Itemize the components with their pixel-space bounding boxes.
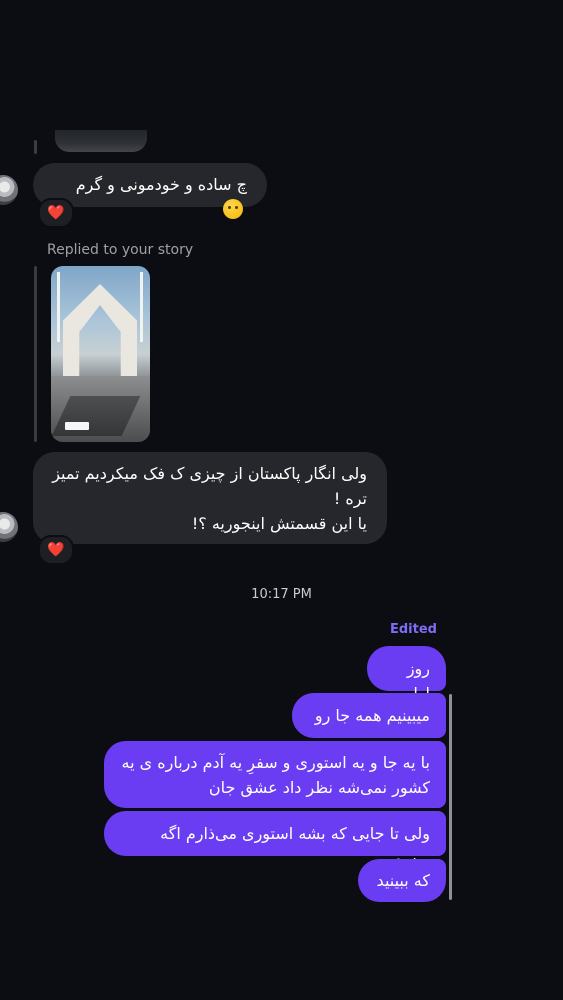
minaret-shape	[140, 272, 143, 342]
heart-icon: ❤️	[47, 205, 65, 221]
edited-label[interactable]: Edited	[390, 622, 437, 637]
heart-reaction[interactable]: ❤️	[38, 535, 74, 565]
message-text: چ ساده و خودمونی و گرم	[75, 175, 247, 194]
outgoing-message-bubble[interactable]: با یه جا و یه استوری و سفرِ یه آدم دربار…	[104, 741, 446, 808]
story-thumbnail[interactable]	[51, 266, 150, 442]
heart-reaction[interactable]: ❤️	[38, 198, 74, 228]
reply-thread-line	[34, 140, 37, 154]
outgoing-message-bubble[interactable]: میبینیم همه جا رو	[292, 693, 446, 738]
upside-down-face-emoji-icon	[223, 199, 243, 219]
message-line: یا این قسمتش اینجوریه ؟!	[191, 514, 367, 533]
edited-group-bar	[449, 694, 452, 900]
timestamp: 10:17 PM	[251, 587, 312, 602]
sender-avatar[interactable]	[0, 512, 18, 542]
outgoing-message-bubble[interactable]: روز اوله	[367, 646, 446, 703]
reply-quote-bar	[34, 266, 37, 442]
minaret-shape	[57, 272, 60, 342]
outgoing-message-bubble[interactable]: که ببینید	[358, 859, 446, 902]
heart-icon: ❤️	[47, 542, 65, 558]
outgoing-message-bubble[interactable]: ولی تا جایی که بشه استوری می‌ذارم اگه بر…	[104, 811, 446, 868]
mosque-structure-shape	[63, 284, 137, 380]
incoming-message-bubble[interactable]: ولی انگار پاکستان از چیزی ک فک میکردیم ت…	[33, 452, 387, 544]
replied-to-story-label: Replied to your story	[47, 242, 194, 258]
message-line: ولی انگار پاکستان از چیزی ک فک میکردیم ت…	[52, 464, 367, 483]
previous-image-thumbnail[interactable]	[55, 130, 147, 152]
message-line: کشور نمی‌شه نظر داد عشق جان	[208, 778, 430, 797]
story-sticker	[65, 422, 89, 430]
message-text: که ببینید	[376, 871, 430, 890]
message-line: تره !	[333, 489, 367, 508]
sender-avatar[interactable]	[0, 175, 18, 205]
message-text: میبینیم همه جا رو	[314, 706, 430, 725]
message-line: با یه جا و یه استوری و سفرِ یه آدم دربار…	[121, 753, 430, 772]
